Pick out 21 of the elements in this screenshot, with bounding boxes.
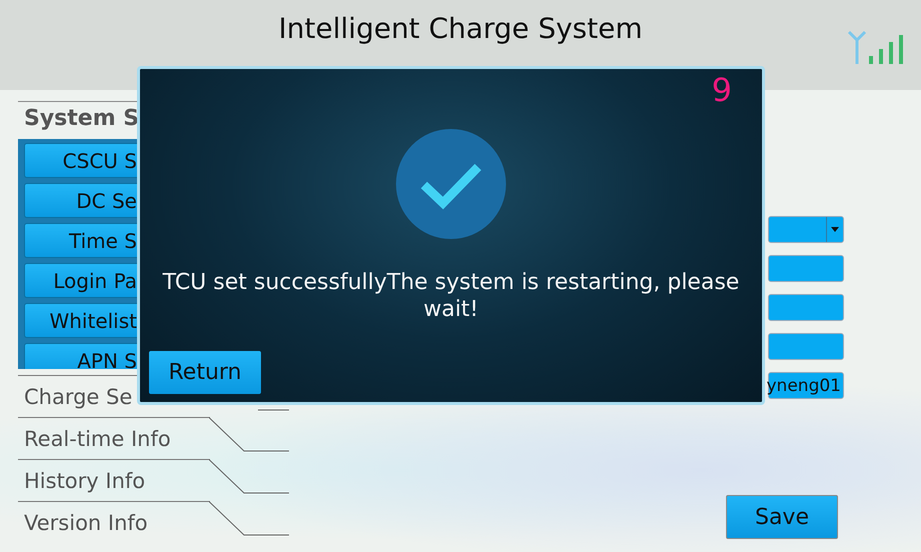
input-field[interactable] xyxy=(768,255,844,282)
app-title: Intelligent Charge System xyxy=(278,12,642,45)
dialog-message: TCU set successfullyThe system is restarting, please wait! xyxy=(162,269,740,323)
menu-button[interactable]: Whitelist xyxy=(24,303,137,338)
menu-button[interactable]: CSCU S xyxy=(24,143,137,178)
input-field[interactable] xyxy=(768,294,844,321)
dropdown[interactable] xyxy=(768,216,844,243)
nav-item[interactable]: Version Info xyxy=(24,510,148,534)
menu-button[interactable]: Login Pa xyxy=(24,263,137,298)
nav-item[interactable]: Real-time Info xyxy=(24,426,171,450)
menu-button[interactable]: APN S xyxy=(24,343,137,369)
menu-button[interactable]: DC Se xyxy=(24,183,137,218)
checkmark-icon xyxy=(396,129,506,239)
input-field[interactable] xyxy=(768,333,844,360)
nav-item[interactable]: History Info xyxy=(24,468,146,492)
return-button[interactable]: Return xyxy=(149,351,261,394)
nav-item[interactable]: Charge Se xyxy=(24,384,132,408)
save-button[interactable]: Save xyxy=(726,495,838,539)
menu-button[interactable]: Time S xyxy=(24,223,137,258)
countdown: 9 xyxy=(712,71,732,109)
leader-line xyxy=(258,409,289,411)
